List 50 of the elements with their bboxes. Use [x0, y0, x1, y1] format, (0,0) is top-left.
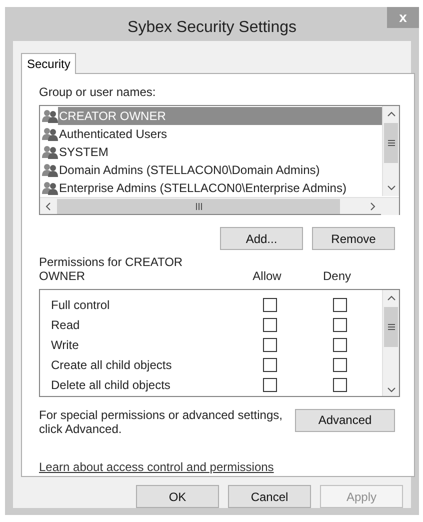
vertical-scrollbar[interactable]: [382, 290, 399, 396]
users-icon: [42, 127, 58, 141]
user-name: Enterprise Admins (STELLACON0\Enterprise Admins): [58, 180, 348, 197]
permission-name: Create all child objects: [50, 357, 173, 374]
checkbox[interactable]: [263, 358, 277, 372]
checkbox[interactable]: [263, 338, 277, 352]
users-icon: [42, 163, 58, 177]
scroll-thumb[interactable]: [384, 307, 398, 347]
help-link[interactable]: Learn about access control and permissions: [39, 458, 274, 476]
checkbox[interactable]: [333, 318, 347, 332]
user-item[interactable]: Enterprise Admins (STELLACON0\Enterprise Admins): [40, 179, 382, 197]
checkbox[interactable]: [333, 298, 347, 312]
advanced-button[interactable]: Advanced: [295, 408, 395, 432]
grip-icon: [196, 202, 202, 210]
advanced-hint: For special permissions or advanced settings, click Advanced.: [39, 408, 284, 436]
checkbox[interactable]: [333, 338, 347, 352]
user-name: Domain Admins (STELLACON0\Domain Admins): [58, 162, 321, 179]
permissions-label: Permissions for CREATOR OWNER: [39, 255, 184, 283]
users-icon: [42, 109, 58, 123]
cancel-button[interactable]: Cancel: [228, 485, 311, 508]
user-item[interactable]: Domain Admins (STELLACON0\Domain Admins): [40, 161, 382, 179]
checkbox[interactable]: [333, 358, 347, 372]
permission-name: Write: [50, 337, 80, 354]
permission-name: Read: [50, 317, 81, 334]
column-header: Allow: [252, 269, 282, 283]
user-name: SYSTEM: [58, 144, 110, 161]
scroll-thumb[interactable]: [384, 123, 398, 163]
ok-button[interactable]: OK: [136, 485, 219, 508]
user-item[interactable]: Authenticated Users: [40, 125, 382, 143]
grip-icon: [388, 140, 394, 146]
column-header: Deny: [322, 269, 352, 283]
scroll-thumb[interactable]: [57, 198, 340, 214]
checkbox[interactable]: [333, 378, 347, 392]
permission-name: Delete all child objects: [50, 377, 172, 394]
user-item[interactable]: SYSTEM: [40, 143, 382, 161]
window-title: Sybex Security Settings: [126, 18, 298, 38]
horizontal-scrollbar[interactable]: [40, 197, 399, 214]
tab[interactable]: Security: [21, 53, 76, 74]
checkbox[interactable]: [263, 378, 277, 392]
remove-button[interactable]: Remove: [312, 227, 395, 250]
user-name: Authenticated Users: [58, 126, 168, 143]
checkbox[interactable]: [263, 298, 277, 312]
users-icon: [42, 145, 58, 159]
grip-icon: [388, 324, 394, 330]
permission-name: Full control: [50, 297, 111, 314]
users-label: Group or user names:: [39, 84, 157, 101]
vertical-scrollbar[interactable]: [382, 106, 399, 196]
users-icon: [42, 181, 58, 195]
add-button[interactable]: Add...: [220, 227, 303, 250]
checkbox[interactable]: [263, 318, 277, 332]
